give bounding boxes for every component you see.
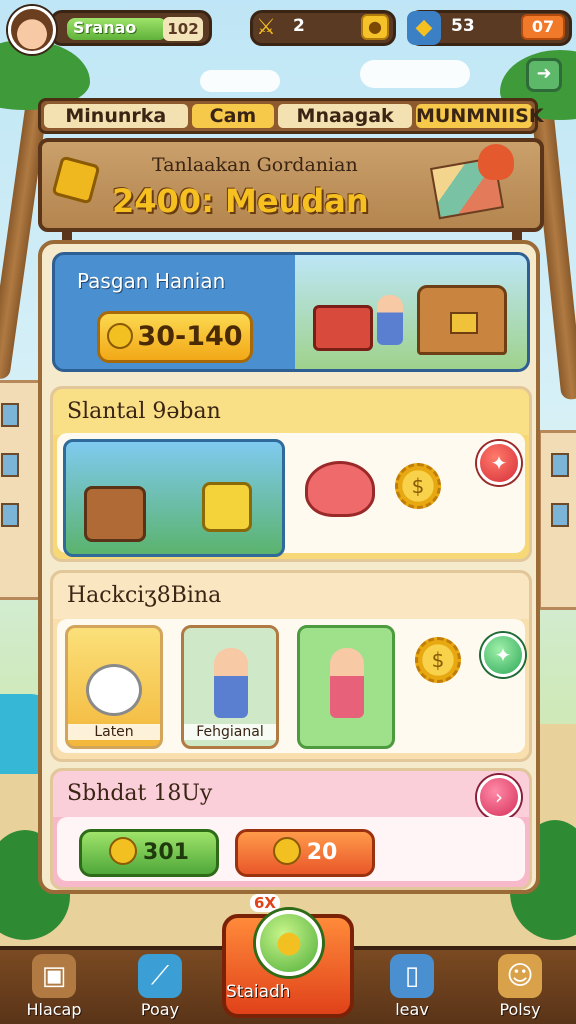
cloud — [200, 70, 280, 92]
xp-bar: Sranao 102 — [50, 10, 212, 46]
section-two: Hackciʒ8Bina Laten Fehgianal $ ✦ — [50, 570, 532, 762]
promo-banner[interactable]: Pasgan Hanian 30-140 — [52, 252, 530, 372]
map-icon: ◆ — [407, 11, 441, 45]
gem-add-button[interactable]: ● — [361, 14, 389, 40]
gear-coin-icon: $ — [395, 463, 441, 509]
arrow-right-icon: › — [495, 785, 503, 809]
girl-figure — [330, 648, 364, 718]
section-header: Slantal 9əban — [53, 389, 529, 435]
section-body: 301 20 — [57, 817, 525, 881]
nav-item-poay[interactable]: ⟋ Poay — [110, 954, 210, 1024]
top-hud: Sranao 102 ⚔ 2 ● ◆ 53 07 — [0, 6, 576, 54]
coin-icon — [109, 837, 138, 865]
map-badge-button[interactable]: 07 — [521, 14, 565, 40]
play-orb-icon: ● — [256, 910, 322, 976]
gear-coin-icon: $ — [415, 637, 461, 683]
main-panel: Pasgan Hanian 30-140 Slantal 9əban $ ✦ H… — [38, 240, 540, 894]
section-body: Laten Fehgianal $ ✦ — [57, 619, 525, 753]
header-segment: Cam — [191, 104, 275, 128]
polar-bear-icon — [86, 664, 142, 716]
confirm-button[interactable]: ✦ — [481, 633, 525, 677]
nav-label: leav — [395, 1000, 429, 1019]
card-label: Fehgianal — [184, 724, 276, 740]
nav-label: Polsy — [499, 1000, 541, 1019]
section-header: Hackciʒ8Bina — [53, 573, 529, 619]
nav-label: Staiadh — [226, 982, 291, 1002]
section-title: Hackciʒ8Bina — [67, 583, 222, 608]
nav-item-polsy[interactable]: ☺ Polsy — [470, 954, 570, 1024]
boy-figure — [214, 648, 248, 718]
sign-title: 2400: Meudan — [112, 182, 369, 220]
coin-icon — [51, 155, 101, 205]
spyglass-icon: ⟋ — [138, 954, 182, 998]
plus-button[interactable]: ✦ — [477, 441, 521, 485]
cart-icon — [313, 305, 373, 351]
coin-icon — [272, 837, 301, 865]
header-segment: Minunrka — [44, 104, 188, 128]
nav-badge: 6X — [250, 894, 281, 912]
map-value: 53 — [451, 16, 475, 36]
gem-counter: ⚔ 2 ● — [250, 10, 396, 46]
card-explorer[interactable] — [297, 625, 395, 749]
chest-icon — [417, 285, 507, 355]
exit-icon: ➜ — [536, 63, 552, 84]
section-one: Slantal 9əban $ ✦ — [50, 386, 532, 562]
coin-icon — [107, 323, 134, 349]
header-segment: MUNMNIISK — [416, 104, 544, 128]
nav-item-staiadh[interactable]: 6X ● Staiadh — [222, 894, 354, 1018]
section-title: Slantal 9əban — [67, 399, 221, 424]
building-right — [538, 430, 576, 610]
reward-button-green[interactable]: 301 — [79, 829, 219, 877]
check-icon: ✦ — [494, 643, 512, 667]
section-three: Sbhdat 18Uy › 301 20 — [50, 768, 532, 890]
level-value: 102 — [163, 17, 203, 41]
machine-icon — [84, 486, 146, 542]
nav-item-leav[interactable]: ▯ leav — [362, 954, 462, 1024]
nav-item-hlacap[interactable]: ▣ Hlacap — [4, 954, 104, 1024]
kid-figure — [377, 295, 403, 345]
sword-icon: ⚔ — [256, 15, 276, 40]
card-label: Laten — [68, 724, 160, 740]
plus-icon: ✦ — [490, 451, 508, 475]
next-button[interactable]: › — [477, 775, 521, 819]
reward-button-orange[interactable]: 20 — [235, 829, 375, 877]
map-counter: ◆ 53 07 — [407, 10, 572, 46]
cloud — [360, 60, 470, 88]
header-strip: Minunrka Cam Mnaagak MUNMNIISK — [38, 98, 544, 134]
machine-tile[interactable] — [63, 439, 285, 557]
avatar[interactable] — [8, 6, 56, 54]
exit-button[interactable]: ➜ — [526, 58, 562, 92]
nav-label: Hlacap — [26, 1000, 82, 1019]
robot-icon — [202, 482, 252, 532]
reward-value: 301 — [143, 840, 189, 865]
reward-value: 20 — [306, 840, 338, 865]
banner-value: 30-140 — [137, 321, 243, 352]
parrot-icon — [478, 144, 514, 180]
section-title: Sbhdat 18Uy — [67, 781, 213, 806]
banner-illustration — [295, 255, 527, 369]
banner-value-button[interactable]: 30-140 — [97, 311, 253, 363]
xp-label: Sranao — [73, 18, 137, 37]
banner-title: Pasgan Hanian — [77, 269, 226, 293]
sign-subtitle: Tanlaakan Gordanian — [152, 154, 358, 176]
phone-icon: ▯ — [390, 954, 434, 998]
header-segment: Mnaagak — [278, 104, 412, 128]
gem-value: 2 — [293, 16, 305, 36]
event-sign: Tanlaakan Gordanian 2400: Meudan — [38, 138, 544, 232]
nav-label: Poay — [140, 1000, 180, 1019]
pirate-icon: ☺ — [498, 954, 542, 998]
card-fehgianal[interactable]: Fehgianal — [181, 625, 279, 749]
monkey-icon — [305, 461, 375, 517]
card-laten[interactable]: Laten — [65, 625, 163, 749]
section-body: $ ✦ — [57, 433, 525, 557]
section-header: Sbhdat 18Uy › — [53, 771, 529, 819]
bag-icon: ▣ — [32, 954, 76, 998]
